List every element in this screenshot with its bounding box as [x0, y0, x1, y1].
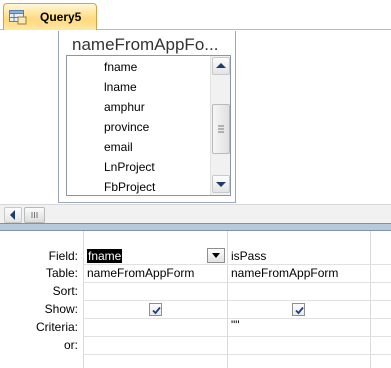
table-title[interactable]: nameFromAppFo... [72, 35, 218, 55]
row-label-criteria: Criteria: [35, 320, 78, 334]
scroll-thumb[interactable] [212, 104, 230, 154]
pane-splitter[interactable] [0, 224, 391, 231]
hscroll-thumb[interactable] [24, 207, 45, 223]
grid-row-divider [83, 336, 391, 337]
checkmark-icon [295, 306, 304, 315]
field-item-amphur[interactable]: amphur [104, 100, 145, 114]
arrow-left-icon [10, 210, 15, 220]
query-design-grid: Field: Table: Sort: Show: Criteria: or: … [0, 231, 391, 368]
column-2-field-cell[interactable]: isPass [231, 249, 266, 263]
column-1-show-checkbox[interactable] [149, 303, 162, 316]
upper-pane-hscrollbar[interactable] [0, 204, 391, 224]
field-item-fbproject[interactable]: FbProject [104, 180, 155, 194]
field-dropdown-button[interactable] [207, 248, 225, 263]
field-item-lname[interactable]: lname [104, 80, 137, 94]
field-item-lnproject[interactable]: LnProject [104, 160, 155, 174]
checkmark-icon [152, 306, 161, 315]
table-field-list-window[interactable]: nameFromAppFo... fname lname amphur prov… [58, 31, 236, 203]
field-item-email[interactable]: email [104, 140, 133, 154]
field-list-scrollbar[interactable] [210, 56, 230, 195]
column-2-show-checkbox[interactable] [292, 303, 305, 316]
grip-icon [218, 125, 224, 133]
arrow-down-icon [216, 182, 226, 187]
grid-row-divider [83, 282, 391, 283]
column-1-field-value[interactable]: fname [87, 249, 123, 263]
field-item-province[interactable]: province [104, 120, 149, 134]
column-2-table-cell[interactable]: nameFromAppForm [231, 266, 338, 280]
tab-query5[interactable]: Query5 [3, 3, 97, 30]
arrow-up-icon [216, 63, 226, 68]
chevron-down-icon [212, 253, 220, 258]
scroll-down-button[interactable] [212, 175, 230, 193]
query-icon [9, 9, 27, 25]
scroll-up-button[interactable] [212, 57, 230, 75]
row-label-or: or: [63, 338, 78, 352]
document-tab-strip: Query5 [0, 0, 391, 30]
row-label-field: Field: [48, 249, 78, 263]
grid-row-divider [83, 300, 391, 301]
column-1-table-cell[interactable]: nameFromAppForm [87, 266, 194, 280]
query-design-upper-pane: nameFromAppFo... fname lname amphur prov… [0, 31, 391, 204]
field-item-fname[interactable]: fname [104, 60, 137, 74]
grid-row-divider [83, 264, 391, 265]
column-1-field-cell[interactable]: fname [87, 249, 123, 263]
grip-icon [31, 212, 38, 218]
row-label-sort: Sort: [52, 284, 78, 298]
column-2-criteria-cell[interactable]: "" [231, 318, 240, 332]
row-label-show: Show: [44, 302, 78, 316]
field-list[interactable]: fname lname amphur province email LnProj… [66, 55, 231, 196]
tab-label: Query5 [40, 10, 82, 24]
row-label-table: Table: [45, 266, 78, 280]
scroll-left-button[interactable] [4, 207, 22, 223]
grid-row-divider [83, 354, 391, 355]
